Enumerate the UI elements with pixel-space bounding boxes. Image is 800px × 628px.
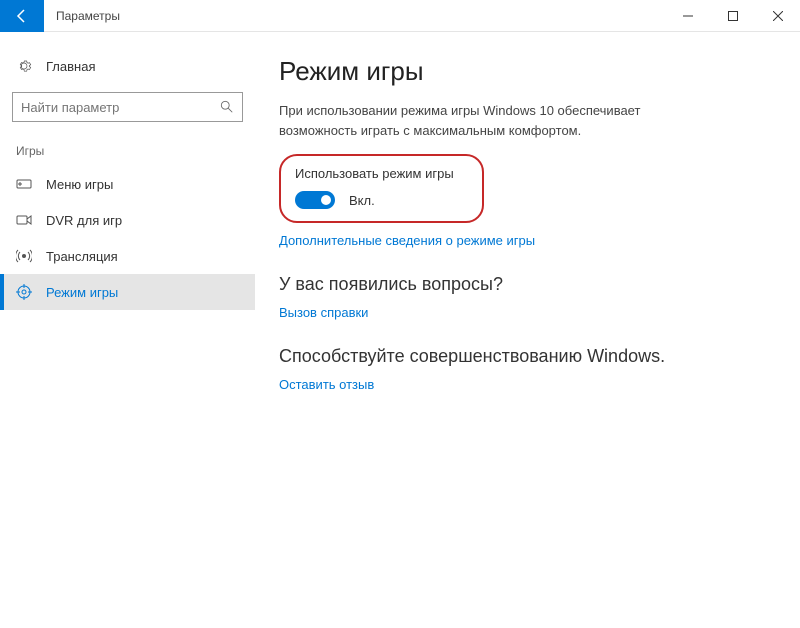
window-title: Параметры xyxy=(44,9,665,23)
game-bar-icon xyxy=(16,176,32,192)
game-mode-toggle[interactable] xyxy=(295,191,335,209)
toggle-label: Использовать режим игры xyxy=(295,166,454,181)
section-label: Игры xyxy=(0,140,255,166)
minimize-icon xyxy=(683,11,693,21)
back-button[interactable] xyxy=(0,0,44,32)
content-area: Режим игры При использовании режима игры… xyxy=(255,32,800,628)
improve-heading: Способствуйте совершенствованию Windows. xyxy=(279,346,770,367)
close-button[interactable] xyxy=(755,0,800,32)
sidebar-item-dvr[interactable]: DVR для игр xyxy=(0,202,255,238)
search-input[interactable] xyxy=(21,100,220,115)
dvr-icon xyxy=(16,212,32,228)
page-description: При использовании режима игры Windows 10… xyxy=(279,101,679,140)
nav-label: Трансляция xyxy=(46,249,118,264)
home-link[interactable]: Главная xyxy=(0,52,255,80)
arrow-left-icon xyxy=(14,8,30,24)
nav-label: DVR для игр xyxy=(46,213,122,228)
learn-more-link[interactable]: Дополнительные сведения о режиме игры xyxy=(279,233,770,248)
help-link[interactable]: Вызов справки xyxy=(279,305,770,320)
sidebar-item-game-bar[interactable]: Меню игры xyxy=(0,166,255,202)
search-icon xyxy=(220,100,234,114)
feedback-link[interactable]: Оставить отзыв xyxy=(279,377,770,392)
window-controls xyxy=(665,0,800,32)
game-mode-icon xyxy=(16,284,32,300)
maximize-button[interactable] xyxy=(710,0,755,32)
maximize-icon xyxy=(728,11,738,21)
toggle-state: Вкл. xyxy=(349,193,375,208)
broadcast-icon xyxy=(16,248,32,264)
nav-label: Режим игры xyxy=(46,285,118,300)
page-title: Режим игры xyxy=(279,56,770,87)
sidebar-item-broadcast[interactable]: Трансляция xyxy=(0,238,255,274)
toggle-knob xyxy=(321,195,331,205)
titlebar: Параметры xyxy=(0,0,800,32)
close-icon xyxy=(773,11,783,21)
home-label: Главная xyxy=(46,59,95,74)
sidebar: Главная Игры Меню игры DVR для игр Транс… xyxy=(0,32,255,628)
questions-heading: У вас появились вопросы? xyxy=(279,274,770,295)
sidebar-item-game-mode[interactable]: Режим игры xyxy=(0,274,255,310)
highlight-annotation: Использовать режим игры Вкл. xyxy=(279,154,484,223)
minimize-button[interactable] xyxy=(665,0,710,32)
search-input-container[interactable] xyxy=(12,92,243,122)
nav-label: Меню игры xyxy=(46,177,113,192)
gear-icon xyxy=(16,58,32,74)
